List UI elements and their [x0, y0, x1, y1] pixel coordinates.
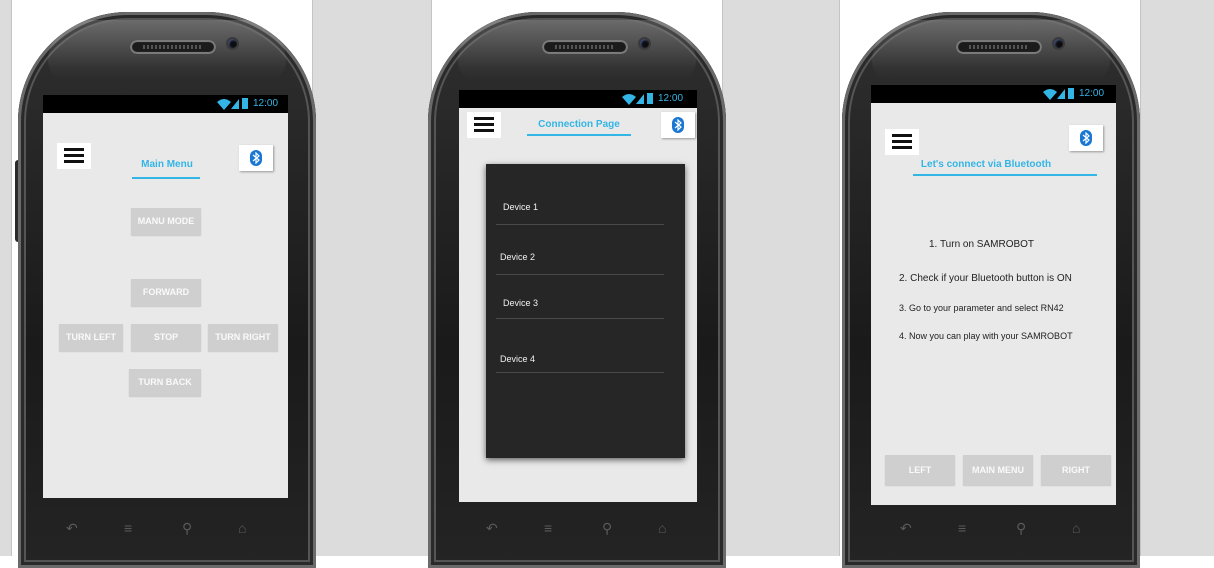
search-icon[interactable]: ⚲: [1016, 520, 1026, 537]
bluetooth-icon: [252, 152, 260, 164]
stop-button[interactable]: STOP: [131, 324, 201, 351]
recent-apps-icon[interactable]: ≡: [124, 520, 132, 536]
left-button[interactable]: LEFT: [885, 455, 955, 485]
device-item[interactable]: Device 1: [503, 202, 538, 212]
battery-icon: [647, 93, 653, 104]
menu-icon: [474, 117, 494, 120]
speaker-grille: [130, 40, 216, 54]
screen-connection-page: 12:00 Connection Page Device 1 Device 2 …: [459, 90, 697, 502]
back-icon[interactable]: ↶: [66, 520, 78, 537]
nav-bar: ↶ ≡ ⚲ ⌂: [58, 512, 278, 552]
instruction-step: 4. Now you can play with your SAMROBOT: [899, 331, 1073, 341]
divider: [496, 224, 664, 225]
divider: [496, 274, 664, 275]
phone-frame-2: 12:00 Connection Page Device 1 Device 2 …: [428, 12, 726, 568]
right-button[interactable]: RIGHT: [1041, 455, 1111, 485]
phone-frame-3: 12:00 Let's connect via Bluetooth 1. Tur…: [842, 12, 1140, 568]
bluetooth-icon: [674, 119, 682, 131]
status-time: 12:00: [1079, 88, 1105, 99]
search-icon[interactable]: ⚲: [182, 520, 192, 537]
divider: [496, 372, 664, 373]
status-time: 12:00: [253, 98, 279, 109]
turn-back-button[interactable]: TURN BACK: [129, 369, 201, 396]
recent-apps-icon[interactable]: ≡: [544, 520, 552, 536]
screen-main-menu: 12:00 Main Menu MANU MODE FORWARD TURN L…: [43, 95, 288, 498]
menu-button[interactable]: [885, 129, 919, 155]
back-icon[interactable]: ↶: [900, 520, 912, 537]
wifi-icon: [1043, 89, 1057, 100]
page-title: Main Menu: [141, 159, 193, 170]
turn-right-button[interactable]: TURN RIGHT: [208, 324, 278, 351]
bluetooth-icon: [1082, 132, 1090, 144]
background-strip-left: [0, 0, 12, 556]
nav-bar: ↶ ≡ ⚲ ⌂: [478, 512, 698, 552]
menu-button[interactable]: [57, 143, 91, 169]
device-item[interactable]: Device 2: [500, 252, 535, 262]
title-underline: [132, 177, 200, 179]
speaker-grille: [542, 40, 628, 54]
status-bar: 12:00: [871, 85, 1116, 103]
page-title: Connection Page: [538, 119, 620, 130]
front-camera: [640, 39, 649, 48]
turn-left-button[interactable]: TURN LEFT: [59, 324, 123, 351]
front-camera: [228, 39, 237, 48]
page-title: Let's connect via Bluetooth: [920, 159, 1052, 170]
forward-button[interactable]: FORWARD: [131, 279, 201, 306]
back-icon[interactable]: ↶: [486, 520, 498, 537]
menu-icon: [64, 148, 84, 151]
device-item[interactable]: Device 3: [503, 298, 538, 308]
status-bar: 12:00: [459, 90, 697, 108]
search-icon[interactable]: ⚲: [602, 520, 612, 537]
instruction-step: 3. Go to your parameter and select RN42: [899, 303, 1064, 313]
menu-button[interactable]: [467, 112, 501, 138]
wifi-icon: [622, 94, 636, 105]
status-time: 12:00: [658, 93, 684, 104]
battery-icon: [242, 98, 248, 109]
bluetooth-button[interactable]: [1069, 125, 1103, 151]
front-camera: [1054, 39, 1063, 48]
home-icon[interactable]: ⌂: [1072, 520, 1080, 536]
signal-icon: [1057, 89, 1065, 99]
device-list-panel: Device 1 Device 2 Device 3 Device 4: [486, 164, 685, 458]
divider: [496, 318, 664, 319]
bluetooth-button[interactable]: [239, 145, 273, 171]
screen-bluetooth-instructions: 12:00 Let's connect via Bluetooth 1. Tur…: [871, 85, 1116, 505]
instruction-step: 2. Check if your Bluetooth button is ON: [899, 273, 1072, 284]
status-bar: 12:00: [43, 95, 288, 113]
main-menu-button[interactable]: MAIN MENU: [963, 455, 1033, 485]
background-strip-right: [1140, 0, 1214, 556]
device-item[interactable]: Device 4: [500, 354, 535, 364]
battery-icon: [1068, 88, 1074, 99]
signal-icon: [231, 99, 239, 109]
home-icon[interactable]: ⌂: [658, 520, 666, 536]
title-underline: [527, 134, 631, 136]
nav-bar: ↶ ≡ ⚲ ⌂: [892, 512, 1112, 552]
signal-icon: [636, 94, 644, 104]
bluetooth-button[interactable]: [661, 112, 695, 138]
recent-apps-icon[interactable]: ≡: [958, 520, 966, 536]
phone-frame-1: 12:00 Main Menu MANU MODE FORWARD TURN L…: [18, 12, 316, 568]
menu-icon: [892, 134, 912, 137]
title-underline: [913, 174, 1097, 176]
background-strip-1: [312, 0, 432, 556]
manu-mode-button[interactable]: MANU MODE: [131, 208, 201, 235]
wifi-icon: [217, 99, 231, 110]
instruction-step: 1. Turn on SAMROBOT: [929, 239, 1035, 250]
home-icon[interactable]: ⌂: [238, 520, 246, 536]
background-strip-2: [722, 0, 840, 556]
speaker-grille: [956, 40, 1042, 54]
